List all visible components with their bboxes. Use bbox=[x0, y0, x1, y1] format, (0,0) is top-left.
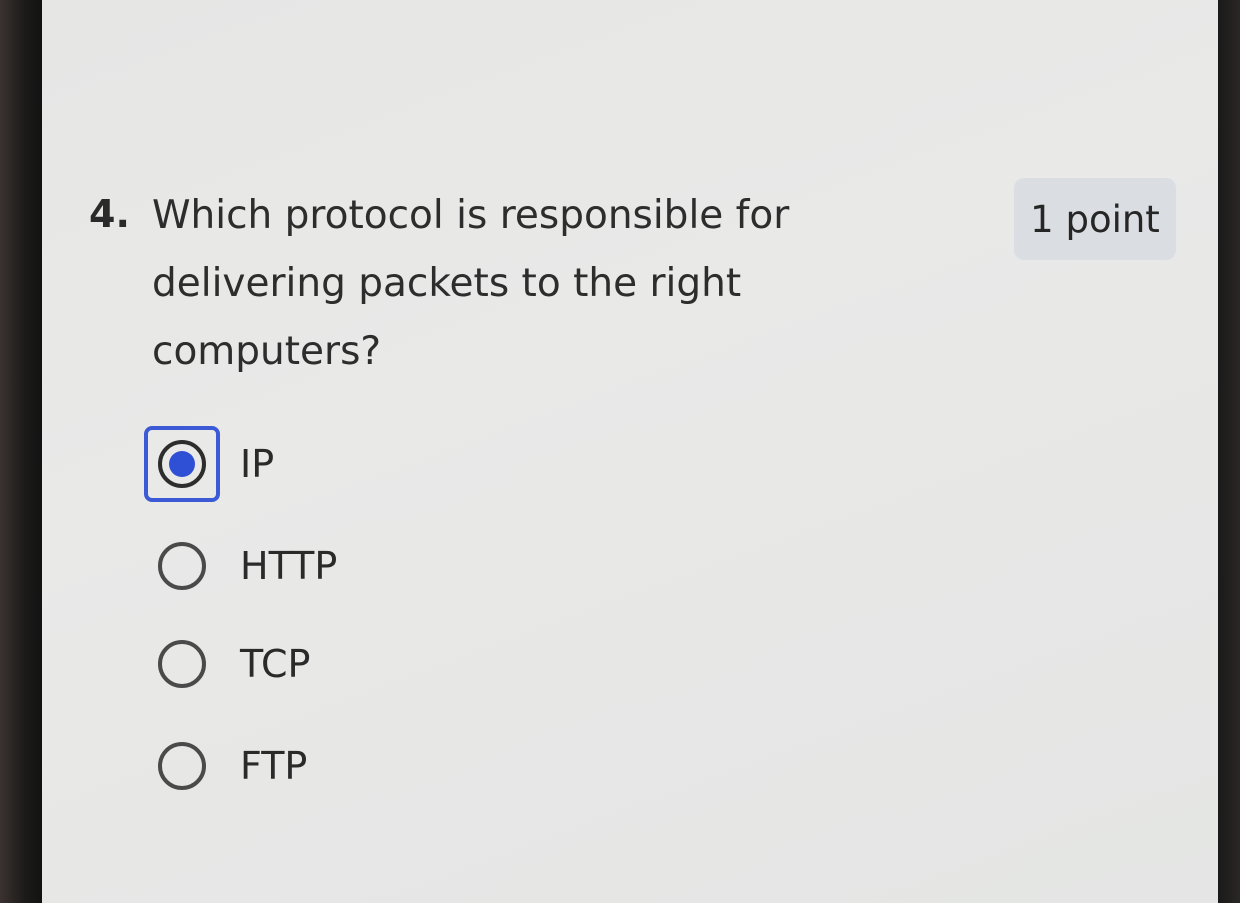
option-tcp[interactable]: TCP bbox=[142, 624, 310, 704]
radio-button-http[interactable] bbox=[158, 542, 206, 590]
question-text: Which protocol is responsible for delive… bbox=[152, 193, 790, 374]
option-http[interactable]: HTTP bbox=[142, 526, 337, 606]
radio-container bbox=[142, 526, 222, 606]
option-label-ip: IP bbox=[240, 442, 275, 486]
option-label-http: HTTP bbox=[240, 544, 338, 588]
device-bezel-left bbox=[0, 0, 42, 903]
points-badge: 1 point bbox=[1014, 178, 1176, 260]
focus-ring bbox=[144, 426, 220, 502]
radio-button-ftp[interactable] bbox=[158, 742, 206, 790]
radio-selected-dot bbox=[169, 451, 195, 477]
question-number: 4. bbox=[89, 192, 130, 236]
radio-container bbox=[142, 624, 222, 704]
option-ip[interactable]: IP bbox=[142, 424, 274, 504]
device-bezel-right bbox=[1218, 0, 1240, 903]
quiz-screen: 4. Which protocol is responsible for del… bbox=[42, 0, 1218, 903]
option-label-tcp: TCP bbox=[240, 642, 311, 686]
radio-container bbox=[142, 726, 222, 806]
radio-button-ip[interactable] bbox=[158, 440, 206, 488]
radio-button-tcp[interactable] bbox=[158, 640, 206, 688]
option-ftp[interactable]: FTP bbox=[142, 726, 307, 806]
option-label-ftp: FTP bbox=[240, 744, 308, 788]
